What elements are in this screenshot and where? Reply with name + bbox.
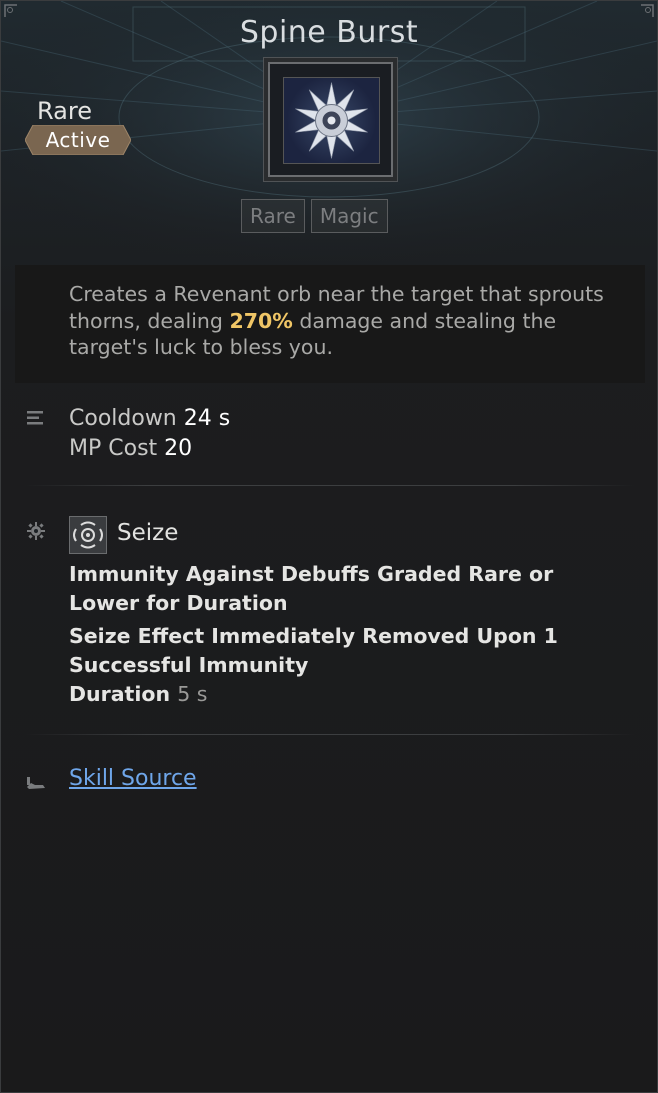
cooldown-value: 24 s: [183, 406, 231, 431]
damage-percent: 270%: [229, 308, 293, 333]
gear-icon: [27, 522, 45, 540]
effect-name: Seize: [117, 520, 179, 546]
tag-magic: Magic: [310, 199, 388, 233]
skill-tooltip-panel: Spine Burst Rare Active Rare Magic Creat…: [0, 0, 658, 1093]
divider: [25, 734, 635, 735]
skill-description: Creates a Revenant orb near the target t…: [69, 281, 629, 361]
description-box: Creates a Revenant orb near the target t…: [15, 265, 645, 383]
tag-rare: Rare: [241, 199, 305, 233]
effect-description-1: Immunity Against Debuffs Graded Rare or …: [69, 562, 554, 615]
skill-type-badge: Active: [25, 125, 131, 155]
skill-tags: Rare Magic: [241, 199, 388, 233]
list-icon: [27, 411, 43, 425]
seize-icon: [69, 516, 107, 554]
divider: [25, 485, 635, 486]
skill-title: Spine Burst: [239, 15, 419, 50]
skill-grade: Rare: [37, 97, 92, 125]
effect-description-2: Seize Effect Immediately Removed Upon 1 …: [69, 624, 558, 677]
duration-value: 5 s: [177, 682, 208, 706]
spiked-orb-icon: [283, 77, 380, 164]
mp-cost-stat: MP Cost 20: [69, 436, 192, 461]
mp-cost-label: MP Cost: [69, 436, 158, 461]
cooldown-stat: Cooldown 24 s: [69, 406, 230, 431]
skill-type-label: Active: [45, 128, 111, 152]
duration-label: Duration: [69, 682, 171, 706]
effect-duration: Duration 5 s: [69, 680, 629, 709]
hand-pointer-icon: [27, 777, 45, 789]
cooldown-label: Cooldown: [69, 406, 177, 431]
skill-source-link[interactable]: Skill Source: [69, 766, 197, 791]
skill-icon-frame: [268, 62, 393, 177]
mp-cost-value: 20: [164, 436, 193, 461]
